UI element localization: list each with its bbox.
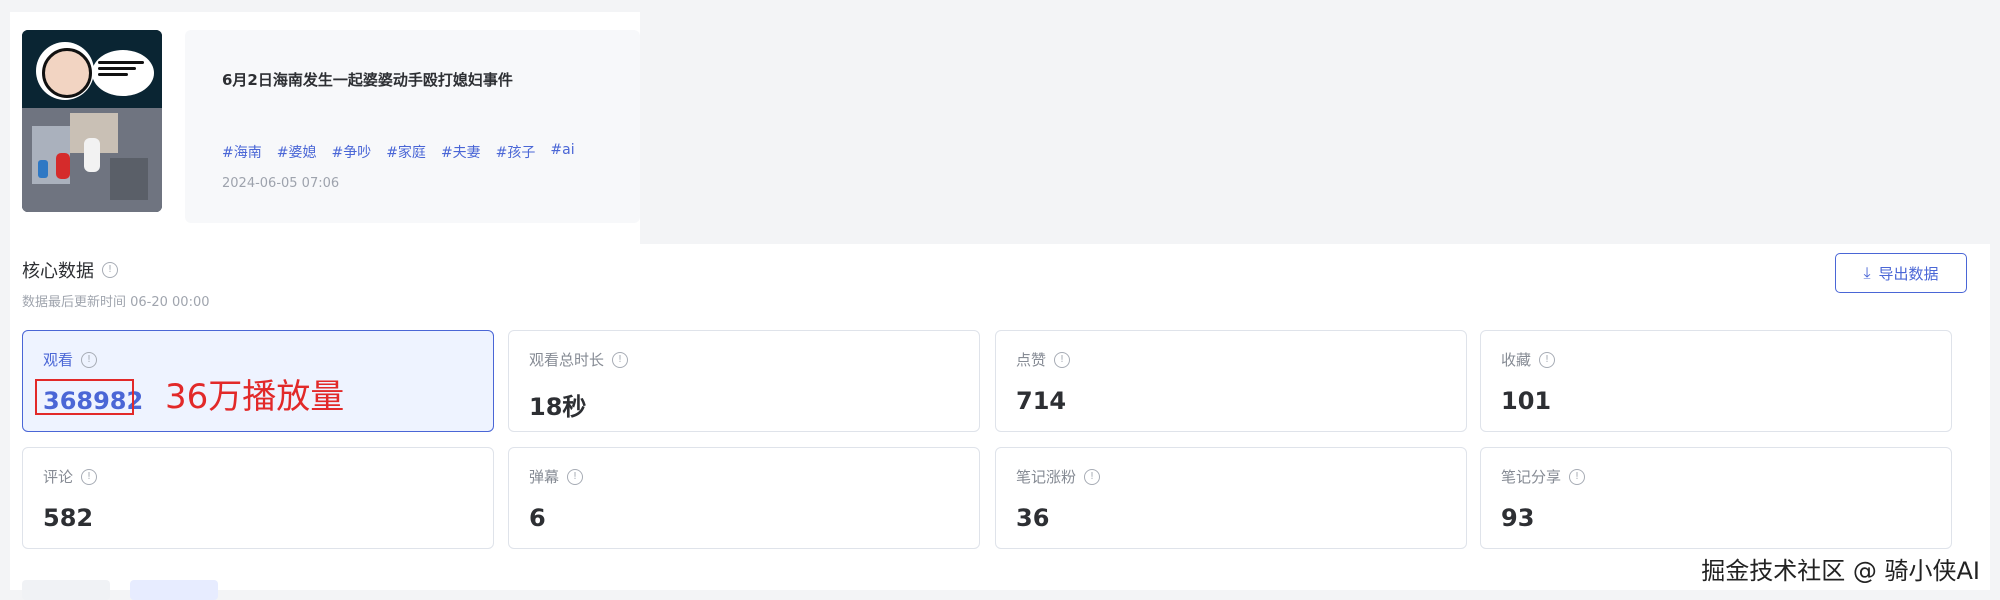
metric-value: 714 xyxy=(1016,387,1067,415)
note-thumbnail[interactable] xyxy=(22,30,162,212)
bottom-tabs xyxy=(22,580,218,600)
info-circle-icon[interactable]: ! xyxy=(1054,351,1071,368)
metric-label-text: 笔记涨粉 xyxy=(1016,468,1077,486)
metric-card-comments[interactable]: 评论 ! 582 xyxy=(22,447,494,549)
metric-label-text: 评论 xyxy=(43,468,74,486)
thumbnail-scene xyxy=(22,108,162,212)
metric-card-danmaku[interactable]: 弹幕 ! 6 xyxy=(508,447,980,549)
metric-label: 弹幕 ! xyxy=(529,466,584,487)
metric-label-text: 笔记分享 xyxy=(1501,468,1562,486)
thumbnail-cartoon-area xyxy=(22,30,162,108)
info-circle-icon[interactable]: ! xyxy=(1569,468,1586,485)
tab-active[interactable] xyxy=(130,580,218,600)
metric-value: 36 xyxy=(1016,504,1050,532)
metric-card-followers-gained[interactable]: 笔记涨粉 ! 36 xyxy=(995,447,1467,549)
core-data-title-text: 核心数据 xyxy=(22,261,94,282)
note-info-panel xyxy=(185,30,640,223)
metric-label-text: 收藏 xyxy=(1501,351,1532,369)
metric-value: 18秒 xyxy=(529,393,587,421)
metric-label: 观看总时长 ! xyxy=(529,349,629,370)
metric-label-text: 弹幕 xyxy=(529,468,560,486)
metric-card-likes[interactable]: 点赞 ! 714 xyxy=(995,330,1467,432)
tag-quarrel[interactable]: #争吵 xyxy=(331,142,371,162)
export-data-label: 导出数据 xyxy=(1878,264,1939,283)
core-data-title: 核心数据 ! xyxy=(22,257,118,283)
note-timestamp: 2024-06-05 07:06 xyxy=(222,176,340,191)
tab-left[interactable] xyxy=(22,580,110,600)
info-circle-icon[interactable]: ! xyxy=(81,468,98,485)
metric-card-shares[interactable]: 笔记分享 ! 93 xyxy=(1480,447,1952,549)
info-circle-icon[interactable]: ! xyxy=(567,468,584,485)
metric-card-watch-duration[interactable]: 观看总时长 ! 18秒 xyxy=(508,330,980,432)
metric-value: 6 xyxy=(529,504,546,532)
metric-label: 观看 ! xyxy=(43,349,98,370)
note-tags: #海南 #婆媳 #争吵 #家庭 #夫妻 #孩子 #ai xyxy=(222,142,575,162)
bubble-text xyxy=(98,58,150,90)
metric-label: 收藏 ! xyxy=(1501,349,1556,370)
metric-value: 582 xyxy=(43,504,94,532)
info-circle-icon[interactable]: ! xyxy=(102,262,118,278)
tag-ai[interactable]: #ai xyxy=(550,142,574,162)
info-circle-icon[interactable]: ! xyxy=(81,351,98,368)
download-icon: ⤓ xyxy=(1863,263,1871,282)
highlight-box xyxy=(35,379,134,415)
watermark-text: 掘金技术社区 @ 骑小侠AI xyxy=(1701,551,1980,586)
metric-label-text: 点赞 xyxy=(1016,351,1047,369)
info-circle-icon[interactable]: ! xyxy=(1539,351,1556,368)
metric-label-text: 观看 xyxy=(43,351,74,369)
export-data-button[interactable]: ⤓ 导出数据 xyxy=(1835,253,1967,293)
tag-couple[interactable]: #夫妻 xyxy=(441,142,481,162)
info-circle-icon[interactable]: ! xyxy=(612,351,629,368)
cartoon-face-icon xyxy=(42,48,92,98)
note-title: 6月2日海南发生一起婆婆动手殴打媳妇事件 xyxy=(222,71,513,89)
metric-value: 101 xyxy=(1501,387,1552,415)
metric-card-collections[interactable]: 收藏 ! 101 xyxy=(1480,330,1952,432)
tag-hainan[interactable]: #海南 xyxy=(222,142,262,162)
metric-label-text: 观看总时长 xyxy=(529,351,605,369)
tag-child[interactable]: #孩子 xyxy=(496,142,536,162)
update-time: 数据最后更新时间 06-20 00:00 xyxy=(22,295,210,310)
tag-mother-in-law[interactable]: #婆媳 xyxy=(277,142,317,162)
tag-family[interactable]: #家庭 xyxy=(386,142,426,162)
metric-label: 笔记分享 ! xyxy=(1501,466,1586,487)
metric-label: 点赞 ! xyxy=(1016,349,1071,370)
metric-label: 评论 ! xyxy=(43,466,98,487)
metric-value: 93 xyxy=(1501,504,1535,532)
metric-label: 笔记涨粉 ! xyxy=(1016,466,1101,487)
annotation-text: 36万播放量 xyxy=(165,377,345,417)
info-circle-icon[interactable]: ! xyxy=(1084,468,1101,485)
